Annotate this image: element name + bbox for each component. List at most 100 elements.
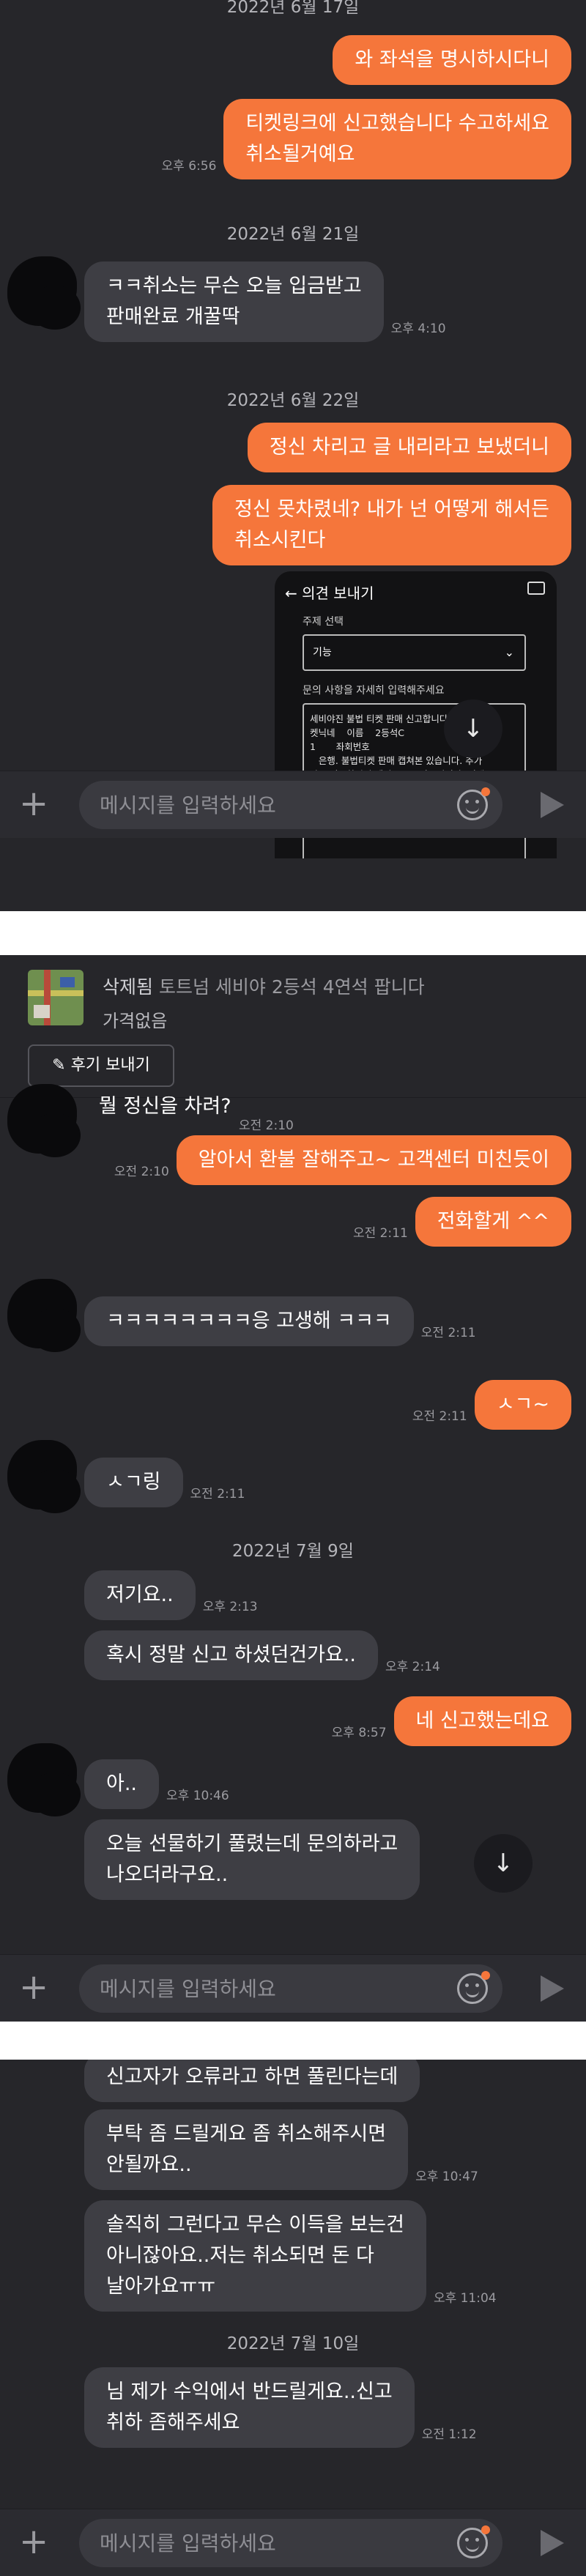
detail-label: 문의 사항을 자세히 입력해주세요 [303, 685, 445, 697]
chevron-down-icon: ⌄ [504, 645, 514, 659]
message-row: 오전 2:11 ㅅㄱ~ [405, 1380, 571, 1430]
sender-avatar[interactable] [7, 256, 81, 330]
outgoing-message[interactable]: 네 신고했는데요 [393, 1696, 571, 1746]
message-input[interactable] [100, 789, 415, 821]
product-price: 가격없음 [103, 1011, 168, 1031]
incoming-message[interactable]: ㅅㄱ링 [84, 1458, 183, 1507]
message-row: 정신 차리고 글 내리라고 보냈더니 [247, 423, 571, 472]
message-time: 오후 10:47 [415, 2169, 478, 2184]
sender-avatar[interactable] [7, 1440, 81, 1513]
outgoing-message[interactable]: 티켓링크에 신고했습니다 수고하세요 취소될거예요 [223, 99, 571, 179]
message-time: 오전 2:11 [420, 1326, 476, 1340]
message-row: 정신 못차렸네? 내가 넌 어떻게 해서든 취소시킨다 [212, 485, 571, 565]
subject-select: 기능 ⌄ [303, 634, 526, 671]
message-input-box [79, 2519, 502, 2567]
date-separator: 2022년 7월 9일 [232, 1542, 354, 1561]
product-thumbnail[interactable] [28, 970, 84, 1025]
plus-icon[interactable]: + [19, 784, 48, 823]
outgoing-message[interactable]: 정신 차리고 글 내리라고 보냈더니 [247, 423, 571, 472]
incoming-message[interactable]: 아.. [84, 1759, 160, 1809]
arrow-down-icon: ↓ [492, 1849, 514, 1878]
product-header: 삭제됨 토트넘 세비야 2등석 4연석 팝니다 가격없음 ✎ 후기 보내기 [0, 955, 586, 1098]
emoji-icon[interactable] [457, 1971, 490, 2004]
message-row: 오전 2:10 알아서 환불 잘해주고~ 고객센터 미친듯이 [107, 1135, 571, 1185]
incoming-message[interactable]: ㅋㅋ취소는 무슨 오늘 입금받고 판매완료 개꿀딱 [84, 261, 384, 342]
embed-header: ← 의견 보내기 [285, 584, 374, 602]
incoming-message[interactable]: 오늘 선물하기 풀렸는데 문의하라고 나오더라구요.. [84, 1819, 420, 1900]
message-input-bar: + [0, 1954, 586, 2022]
incoming-message[interactable]: 부탁 좀 드릴게요 좀 취소해주시면 안될까요.. [84, 2109, 409, 2190]
message-time: 오전 2:11 [352, 1226, 408, 1241]
message-row: 신고자가 오류라고 하면 풀린다는데 [84, 2060, 420, 2102]
subject-label: 주제 선택 [303, 616, 344, 628]
message-input-bar: + [0, 771, 586, 838]
message-row: 오후 8:57 네 신고했는데요 [324, 1696, 571, 1746]
message-row: 혹시 정말 신고 하셨던건가요.. 오후 2:14 [84, 1630, 448, 1680]
scroll-down-button[interactable]: ↓ [474, 1834, 533, 1893]
message-time: 오전 1:12 [421, 2427, 477, 2442]
sender-avatar[interactable] [7, 1743, 81, 1816]
date-separator: 2022년 6월 21일 [226, 225, 360, 244]
date-separator: 2022년 7월 10일 [226, 2334, 360, 2353]
sender-avatar[interactable] [7, 1279, 81, 1352]
notification-dot [481, 1971, 490, 1980]
message-time: 오전 2:10 [239, 1118, 294, 1133]
message-time: 오후 4:10 [390, 322, 446, 336]
chat-screenshot-3: 신고자가 오류라고 하면 풀린다는데 부탁 좀 드릴게요 좀 취소해주시면 안될… [0, 2060, 586, 2576]
notification-dot [481, 787, 490, 796]
chat-screenshot-1: 2022년 6월 17일 와 좌석을 명시하시다니 오후 6:56 티켓링크에 … [0, 0, 586, 911]
outgoing-message[interactable]: 와 좌석을 명시하시다니 [333, 35, 571, 85]
plus-icon[interactable]: + [19, 1968, 48, 2006]
send-icon[interactable] [541, 2530, 564, 2556]
message-row: 솔직히 그런다고 무슨 이득을 보는건 아니잖아요..저는 취소되면 돈 다 날… [84, 2200, 504, 2312]
message-time: 오후 10:46 [166, 1789, 229, 1803]
message-input[interactable] [100, 1972, 415, 2005]
incoming-message-partial: 뭘 정신을 차려? [99, 1095, 231, 1118]
emoji-icon[interactable] [457, 2525, 490, 2558]
incoming-message[interactable]: 혹시 정말 신고 하셨던건가요.. [84, 1630, 378, 1680]
incoming-message[interactable]: 님 제가 수익에서 반드릴게요..신고 취하 좀해주세요 [84, 2367, 415, 2448]
outgoing-message[interactable]: 전화할게 ^^ [415, 1197, 571, 1247]
send-icon[interactable] [541, 1975, 564, 2002]
message-row: 오전 2:11 전화할게 ^^ [346, 1197, 571, 1247]
message-time: 오후 2:13 [202, 1600, 258, 1614]
message-input[interactable] [100, 2527, 415, 2559]
message-time: 오후 8:57 [331, 1726, 387, 1740]
date-separator: 2022년 6월 22일 [226, 391, 360, 410]
chat-screenshot-2: 삭제됨 토트넘 세비야 2등석 4연석 팝니다 가격없음 ✎ 후기 보내기 뭘 … [0, 955, 586, 2022]
incoming-message[interactable]: 신고자가 오류라고 하면 풀린다는데 [84, 2060, 420, 2102]
message-row: 저기요.. 오후 2:13 [84, 1570, 265, 1620]
message-input-box [79, 781, 502, 829]
message-row: 부탁 좀 드릴게요 좀 취소해주시면 안될까요.. 오후 10:47 [84, 2109, 486, 2190]
cast-icon [527, 582, 545, 595]
message-time: 오전 2:11 [190, 1487, 245, 1502]
sender-avatar[interactable] [7, 1084, 81, 1157]
notification-dot [481, 2525, 490, 2534]
message-input-box [79, 1964, 502, 2013]
message-input-bar: + [0, 2509, 586, 2576]
arrow-down-icon: ↓ [462, 714, 484, 743]
outgoing-message[interactable]: 알아서 환불 잘해주고~ 고객센터 미친듯이 [176, 1135, 571, 1185]
scroll-down-button[interactable]: ↓ [444, 699, 502, 758]
message-time: 오후 2:14 [385, 1660, 440, 1674]
message-row: 와 좌석을 명시하시다니 [333, 35, 571, 85]
message-row: 님 제가 수익에서 반드릴게요..신고 취하 좀해주세요 오전 1:12 [84, 2367, 484, 2448]
send-review-button[interactable]: ✎ 후기 보내기 [28, 1044, 174, 1087]
incoming-message[interactable]: 솔직히 그런다고 무슨 이득을 보는건 아니잖아요..저는 취소되면 돈 다 날… [84, 2200, 426, 2312]
message-time: 오후 11:04 [433, 2291, 497, 2306]
message-row: 오늘 선물하기 풀렸는데 문의하라고 나오더라구요.. [84, 1819, 420, 1900]
message-time: 오전 2:10 [114, 1165, 169, 1179]
plus-icon[interactable]: + [19, 2523, 48, 2561]
message-row: ㅋㅋ취소는 무슨 오늘 입금받고 판매완료 개꿀딱 오후 4:10 [84, 261, 453, 342]
product-title[interactable]: 삭제됨 토트넘 세비야 2등석 4연석 팝니다 [103, 973, 425, 999]
outgoing-message[interactable]: ㅅㄱ~ [474, 1380, 571, 1430]
send-icon[interactable] [541, 792, 564, 818]
message-row: ㅋㅋㅋㅋㅋㅋㅋㅋ응 고생해 ㅋㅋㅋ 오전 2:11 [84, 1296, 483, 1346]
date-separator: 2022년 6월 17일 [226, 0, 360, 17]
outgoing-message[interactable]: 정신 못차렸네? 내가 넌 어떻게 해서든 취소시킨다 [212, 485, 571, 565]
incoming-message[interactable]: ㅋㅋㅋㅋㅋㅋㅋㅋ응 고생해 ㅋㅋㅋ [84, 1296, 414, 1346]
emoji-icon[interactable] [457, 787, 490, 820]
message-time: 오전 2:11 [412, 1409, 467, 1424]
incoming-message[interactable]: 저기요.. [84, 1570, 196, 1620]
message-row: 오후 6:56 티켓링크에 신고했습니다 수고하세요 취소될거예요 [155, 99, 571, 179]
